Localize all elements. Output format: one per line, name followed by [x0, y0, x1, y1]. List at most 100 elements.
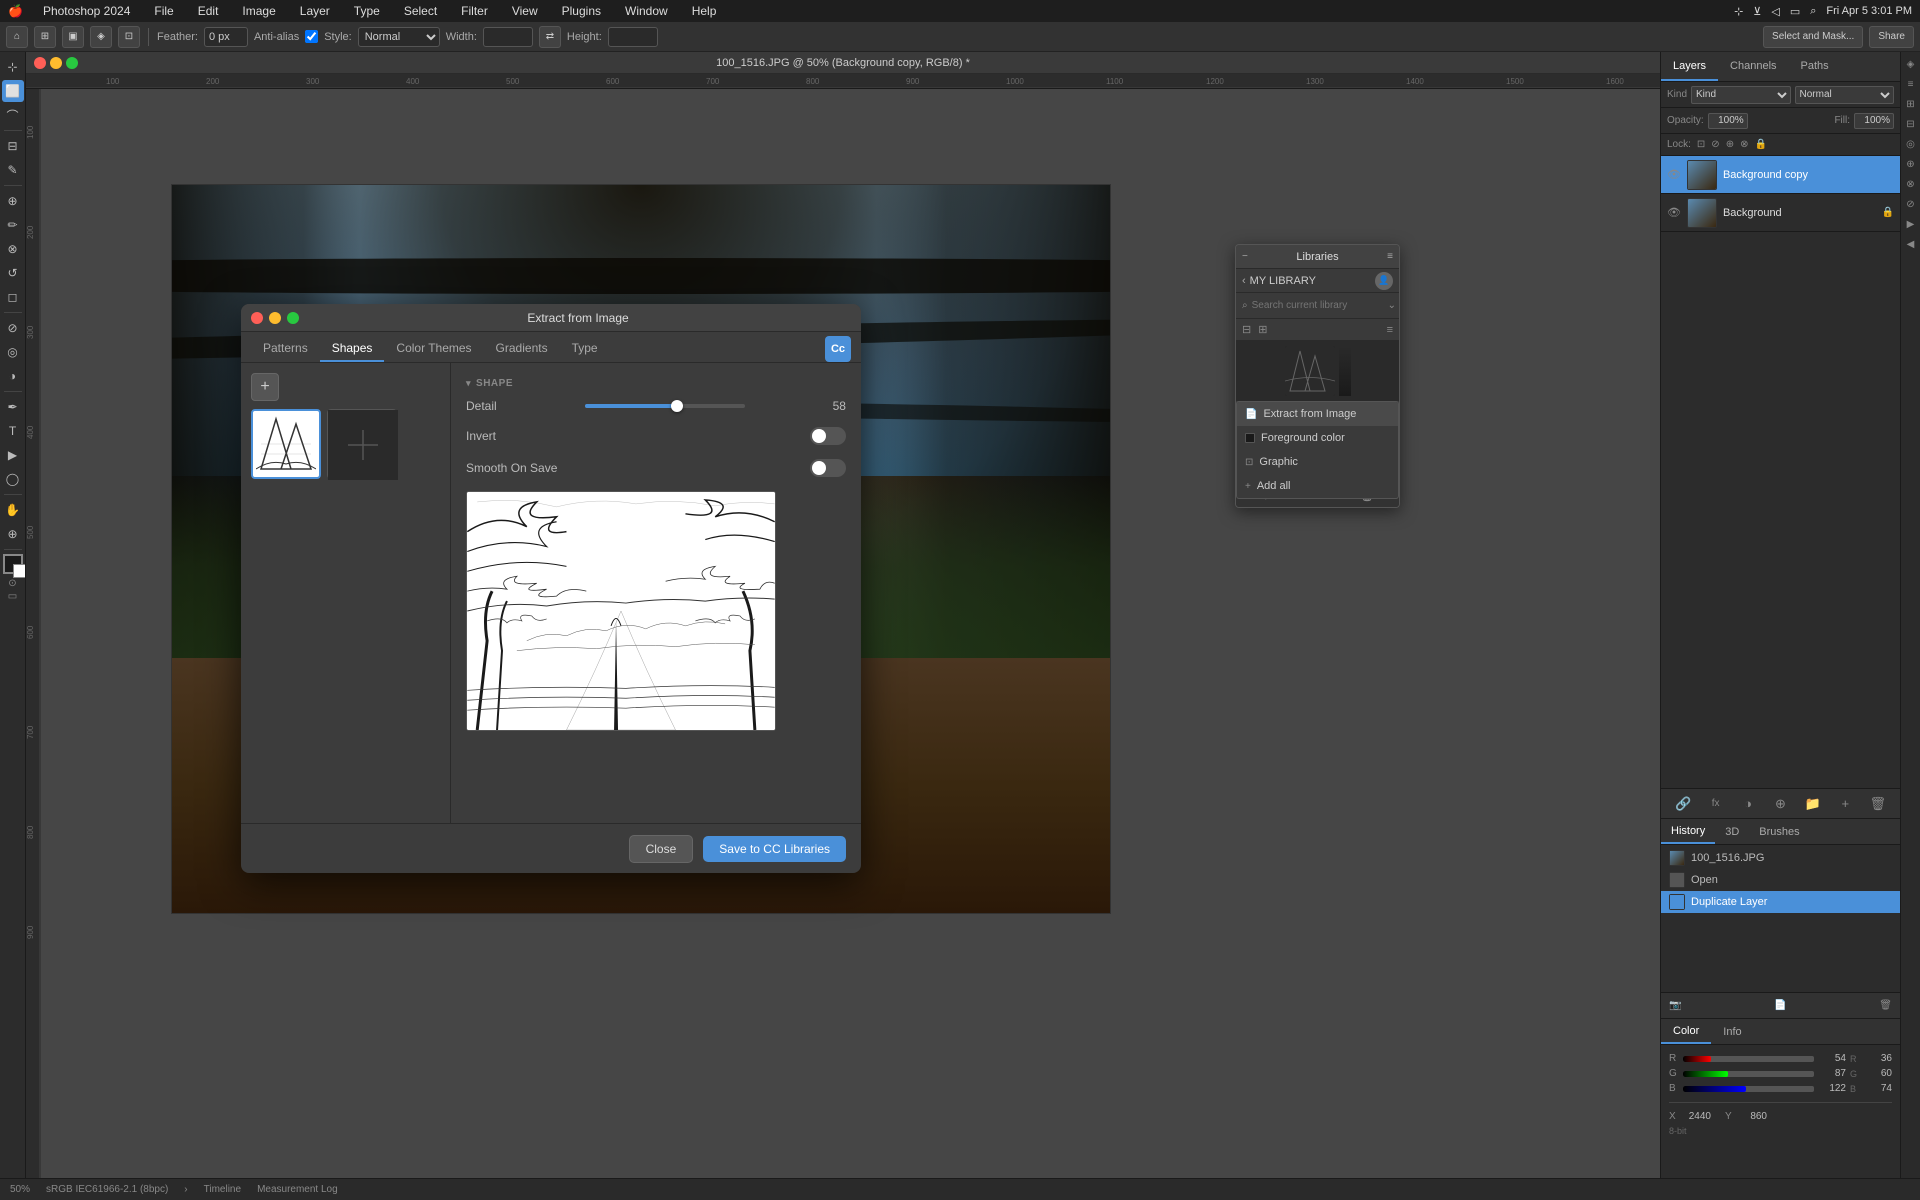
- history-item-file[interactable]: 100_1516.JPG: [1661, 847, 1900, 869]
- menu-type[interactable]: Type: [350, 4, 384, 18]
- save-to-libraries-btn[interactable]: Save to CC Libraries: [703, 836, 846, 862]
- detail-slider-track[interactable]: [585, 404, 745, 408]
- select-tool[interactable]: ⬜: [2, 80, 24, 102]
- share-btn[interactable]: Share: [1869, 26, 1914, 48]
- menu-image[interactable]: Image: [238, 4, 279, 18]
- height-input[interactable]: [608, 27, 658, 47]
- strip-icon2[interactable]: ≡: [1903, 76, 1919, 92]
- healing-tool[interactable]: ⊕: [2, 190, 24, 212]
- lib-user-icon[interactable]: 👤: [1375, 272, 1393, 290]
- blur-tool[interactable]: ◎: [2, 341, 24, 363]
- lib-sort-btn[interactable]: ⊞: [1256, 323, 1269, 336]
- color-tab[interactable]: Color: [1661, 1019, 1711, 1044]
- strip-icon9[interactable]: ▶: [1903, 216, 1919, 232]
- clone-tool[interactable]: ⊗: [2, 238, 24, 260]
- lib-dd-foreground[interactable]: Foreground color: [1237, 426, 1398, 450]
- toolbar-home-btn[interactable]: ⌂: [6, 26, 28, 48]
- canvas-min-btn[interactable]: [50, 57, 62, 69]
- lib-dd-add-all[interactable]: + Add all: [1237, 474, 1398, 498]
- menu-plugins[interactable]: Plugins: [558, 4, 605, 18]
- layer-fx-btn[interactable]: fx: [1707, 795, 1725, 813]
- layer-delete-btn[interactable]: 🗑: [1869, 795, 1887, 813]
- channels-tab[interactable]: Channels: [1718, 52, 1788, 81]
- menu-help[interactable]: Help: [688, 4, 721, 18]
- paths-tab[interactable]: Paths: [1789, 52, 1841, 81]
- lock-artboard-icon[interactable]: ⊗: [1740, 139, 1748, 150]
- b-bar[interactable]: [1683, 1086, 1814, 1092]
- toolbar-btn3[interactable]: ▣: [62, 26, 84, 48]
- lib-filter-btn[interactable]: ⊟: [1240, 323, 1253, 336]
- dodge-tool[interactable]: ◑: [2, 365, 24, 387]
- history-brush-tool[interactable]: ↺: [2, 262, 24, 284]
- invert-toggle[interactable]: [810, 427, 846, 445]
- tab-type[interactable]: Type: [560, 336, 610, 362]
- fill-input[interactable]: [1854, 113, 1894, 129]
- dialog-min-btn[interactable]: [269, 312, 281, 324]
- lock-all-icon[interactable]: 🔒: [1754, 139, 1766, 150]
- layer-adj-btn[interactable]: ⊕: [1771, 795, 1789, 813]
- canvas-area[interactable]: 100 200 300 400 500 600 700 800 900: [26, 89, 1660, 1178]
- r-bar[interactable]: [1683, 1056, 1814, 1062]
- menu-filter[interactable]: Filter: [457, 4, 492, 18]
- history-new-doc-icon[interactable]: 📄: [1774, 1000, 1786, 1011]
- measurement-log-label[interactable]: Measurement Log: [257, 1184, 338, 1195]
- toolbar-btn4[interactable]: ◈: [90, 26, 112, 48]
- cc-button[interactable]: Cc: [825, 336, 851, 362]
- menu-file[interactable]: File: [150, 4, 177, 18]
- layer-item-background-copy[interactable]: 👁 Background copy: [1661, 156, 1900, 194]
- menu-view[interactable]: View: [508, 4, 542, 18]
- kind-filter[interactable]: Kind: [1691, 86, 1791, 104]
- tab-color-themes[interactable]: Color Themes: [384, 336, 483, 362]
- magnify-icon[interactable]: ⌕: [1810, 5, 1816, 18]
- layer-item-background[interactable]: 👁 Background 🔒: [1661, 194, 1900, 232]
- hand-tool[interactable]: ✋: [2, 499, 24, 521]
- strip-icon6[interactable]: ⊕: [1903, 156, 1919, 172]
- path-selection-tool[interactable]: ▶: [2, 444, 24, 466]
- pen-tool[interactable]: ✒: [2, 396, 24, 418]
- layer-new-btn[interactable]: +: [1836, 795, 1854, 813]
- move-tool[interactable]: ⊹: [2, 56, 24, 78]
- lib-menu-btn[interactable]: ≡: [1387, 251, 1393, 262]
- brush-tool[interactable]: ✏: [2, 214, 24, 236]
- eraser-tool[interactable]: ◻: [2, 286, 24, 308]
- toolbar-arrange-btn[interactable]: ⊞: [34, 26, 56, 48]
- layer-link-btn[interactable]: 🔗: [1674, 795, 1692, 813]
- info-tab[interactable]: Info: [1711, 1019, 1753, 1044]
- text-tool[interactable]: T: [2, 420, 24, 442]
- 3d-tab[interactable]: 3D: [1715, 819, 1749, 844]
- lib-search-dropdown-icon[interactable]: ⌄: [1388, 300, 1396, 311]
- lib-search-input[interactable]: [1252, 300, 1384, 311]
- brushes-tab[interactable]: Brushes: [1749, 819, 1809, 844]
- lock-position-icon[interactable]: ⊡: [1697, 139, 1705, 150]
- background-color-swatch[interactable]: [13, 564, 27, 578]
- timeline-label[interactable]: Timeline: [204, 1184, 241, 1195]
- apple-menu[interactable]: 🍎: [8, 4, 23, 18]
- layer-eye-background-copy[interactable]: 👁: [1667, 168, 1681, 181]
- layers-tab[interactable]: Layers: [1661, 52, 1718, 81]
- lasso-tool[interactable]: ⌒: [2, 104, 24, 126]
- shape-thumbnail-1[interactable]: [251, 409, 321, 479]
- screen-mode-btn[interactable]: ▭: [8, 591, 17, 602]
- layer-group-btn[interactable]: 📁: [1804, 795, 1822, 813]
- lib-dd-graphic[interactable]: ⊡ Graphic: [1237, 450, 1398, 474]
- layer-mask-btn[interactable]: ◑: [1739, 795, 1757, 813]
- strip-icon8[interactable]: ⊘: [1903, 196, 1919, 212]
- strip-icon5[interactable]: ◎: [1903, 136, 1919, 152]
- add-shape-btn[interactable]: +: [251, 373, 279, 401]
- history-item-duplicate[interactable]: Duplicate Layer: [1661, 891, 1900, 913]
- lib-back-btn[interactable]: ‹: [1242, 275, 1246, 287]
- anti-alias-checkbox[interactable]: [305, 30, 318, 43]
- toolbar-btn5[interactable]: ⊡: [118, 26, 140, 48]
- gradient-tool[interactable]: ⊘: [2, 317, 24, 339]
- g-bar[interactable]: [1683, 1071, 1814, 1077]
- style-select[interactable]: Normal Fixed Ratio Fixed Size: [358, 27, 440, 47]
- strip-icon4[interactable]: ⊟: [1903, 116, 1919, 132]
- history-delete-icon[interactable]: 🗑: [1879, 1000, 1892, 1011]
- select-mask-btn[interactable]: Select and Mask...: [1763, 26, 1863, 48]
- eyedropper-tool[interactable]: ✎: [2, 159, 24, 181]
- swap-btn[interactable]: ⇄: [539, 26, 561, 48]
- lib-list-view-btn[interactable]: ≡: [1385, 324, 1395, 336]
- smooth-on-save-toggle[interactable]: [810, 459, 846, 477]
- strip-toolbar-btn[interactable]: ◈: [1903, 56, 1919, 72]
- width-input[interactable]: [483, 27, 533, 47]
